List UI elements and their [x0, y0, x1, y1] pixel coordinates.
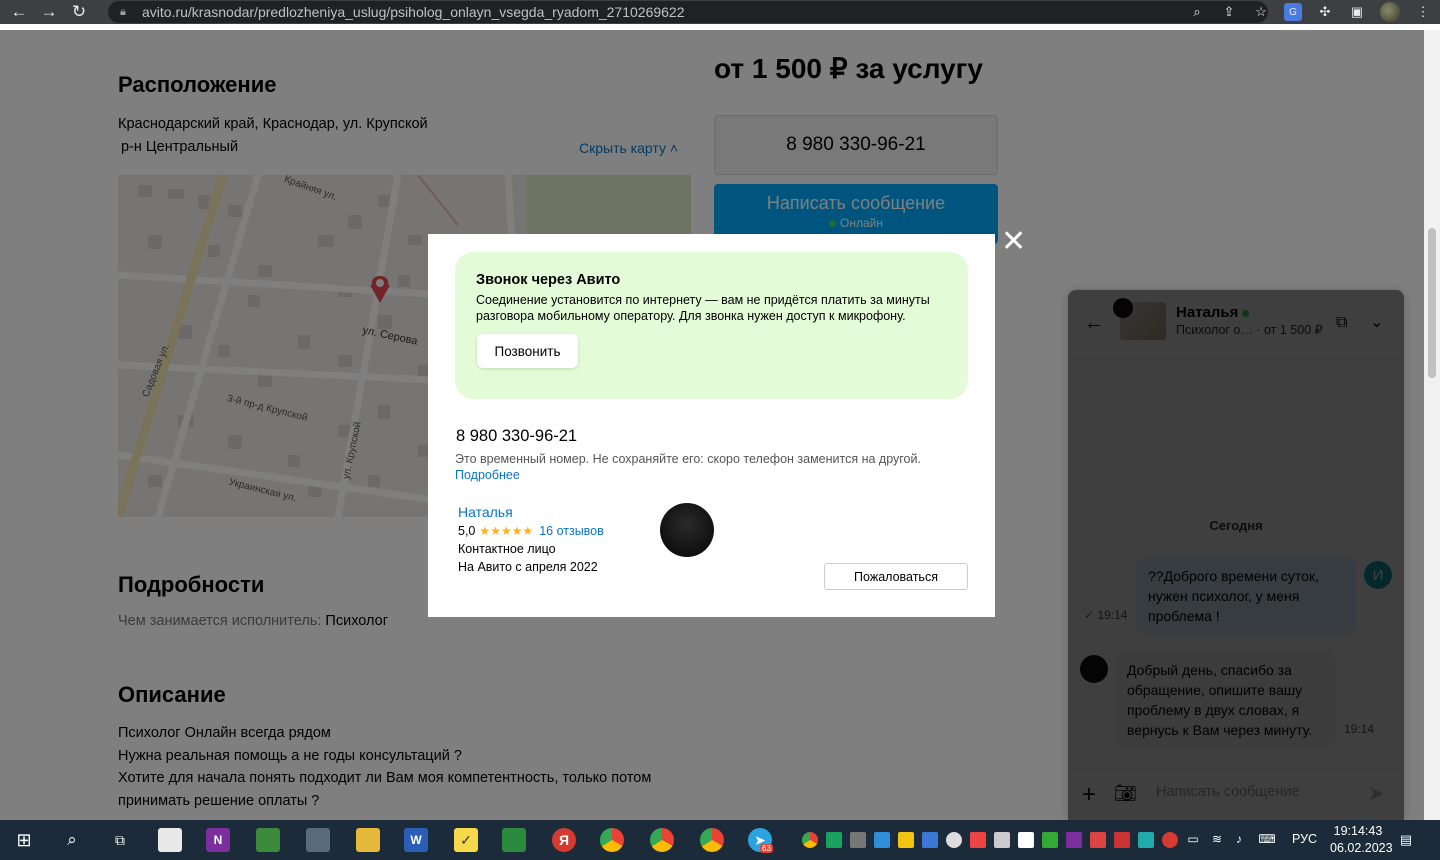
rating-stars-icon: ★★★★★	[479, 524, 534, 538]
seller-rating: 5,0 ★★★★★ 16 отзывов	[458, 524, 604, 538]
tray-app-icon[interactable]	[970, 832, 986, 848]
reload-icon[interactable]: ↻	[68, 1, 90, 23]
windows-start-icon[interactable]: ⊞	[12, 828, 36, 852]
tray-app-icon[interactable]	[1090, 832, 1106, 848]
task-view-icon[interactable]: ⧉	[108, 828, 132, 852]
wifi-icon[interactable]: ≋	[1208, 830, 1226, 848]
yandex-icon[interactable]: Я	[552, 828, 576, 852]
tray-shield-icon[interactable]	[826, 832, 842, 848]
rating-value: 5,0	[458, 524, 476, 538]
telegram-badge: 63	[760, 844, 773, 853]
sheets-icon[interactable]	[502, 828, 526, 852]
tray-network-icon[interactable]	[874, 832, 890, 848]
seller-since: На Авито с апреля 2022	[458, 560, 598, 574]
clock[interactable]: 19:14:43 06.02.2023	[1330, 823, 1393, 857]
close-icon[interactable]: ✕	[1001, 227, 1026, 257]
notepad-icon[interactable]	[158, 828, 182, 852]
onenote-icon[interactable]: N	[206, 828, 230, 852]
tray-app-icon[interactable]	[1042, 832, 1058, 848]
tray-snip-icon[interactable]	[922, 832, 938, 848]
zoom-icon[interactable]: ⌕	[1188, 3, 1206, 21]
side-panel-icon[interactable]: ▣	[1348, 3, 1366, 21]
search-icon[interactable]: ⌕	[60, 828, 84, 852]
tray-app-icon[interactable]	[1114, 832, 1130, 848]
clock-date: 06.02.2023	[1330, 841, 1393, 855]
taskbar: ⊞ ⌕ ⧉ N W ✓ Я ➤ 63 ▭ ≋ ♪ ⌨ РУС 19:14:43 …	[0, 820, 1440, 860]
tray-monitor-icon[interactable]	[850, 832, 866, 848]
profile-avatar[interactable]	[1380, 2, 1400, 22]
seller-name-link[interactable]: Наталья	[458, 504, 513, 520]
browser-toolbar: ← → ↻ 🔒︎ avito.ru/krasnodar/predlozheniy…	[0, 0, 1440, 24]
app-icon[interactable]	[306, 828, 330, 852]
translate-icon[interactable]: G	[1284, 3, 1302, 21]
more-link[interactable]: Подробнее	[455, 468, 520, 482]
avatar[interactable]	[660, 503, 714, 557]
chrome-icon[interactable]	[700, 828, 724, 852]
call-description: Соединение установится по интернету — ва…	[476, 293, 930, 323]
keyboard-icon[interactable]: ⌨	[1256, 830, 1278, 848]
volume-icon[interactable]: ♪	[1230, 830, 1248, 848]
tray-onenote-icon[interactable]	[1066, 832, 1082, 848]
tray-app-icon[interactable]	[946, 832, 962, 848]
reviews-link[interactable]: 16 отзывов	[539, 524, 604, 538]
tray-chrome-icon[interactable]	[802, 832, 818, 848]
sticky-notes-icon[interactable]: ✓	[454, 828, 478, 852]
seller-role: Контактное лицо	[458, 542, 556, 556]
word-icon[interactable]: W	[404, 828, 428, 852]
clock-time: 19:14:43	[1333, 824, 1383, 838]
complain-button[interactable]: Пожаловаться	[824, 563, 968, 590]
url-text: avito.ru/krasnodar/predlozheniya_uslug/p…	[142, 4, 685, 20]
lock-icon: 🔒︎	[120, 6, 126, 18]
avito-call-box: Звонок через Авито Соединение установитс…	[455, 252, 968, 399]
phone-modal: Звонок через Авито Соединение установитс…	[428, 234, 995, 617]
tray-notes-icon[interactable]	[898, 832, 914, 848]
chrome-icon[interactable]	[650, 828, 674, 852]
notifications-icon[interactable]: ▤	[1396, 830, 1416, 850]
tray-yandex-icon[interactable]	[1162, 832, 1178, 848]
tray-app-icon[interactable]	[994, 832, 1010, 848]
phone-number: 8 980 330-96-21	[456, 427, 578, 445]
star-icon[interactable]: ☆	[1252, 3, 1270, 21]
tray-fx-icon[interactable]	[1138, 832, 1154, 848]
menu-icon[interactable]: ⋮	[1414, 3, 1432, 21]
chrome-icon[interactable]	[600, 828, 624, 852]
notepadpp-icon[interactable]	[256, 828, 280, 852]
chat-panel-dim	[1068, 290, 1404, 820]
forward-icon[interactable]: →	[38, 1, 60, 23]
back-icon[interactable]: ←	[8, 1, 30, 23]
call-title: Звонок через Авито	[476, 272, 621, 288]
battery-icon[interactable]: ▭	[1184, 830, 1202, 848]
tray-app-icon[interactable]	[1018, 832, 1034, 848]
call-button[interactable]: Позвонить	[477, 334, 578, 368]
page-scrollbar[interactable]	[1424, 30, 1440, 820]
folder-icon[interactable]	[356, 828, 380, 852]
scrollbar-thumb[interactable]	[1428, 228, 1436, 378]
input-language[interactable]: РУС	[1292, 832, 1317, 846]
share-icon[interactable]: ⇪	[1220, 3, 1238, 21]
address-bar[interactable]: 🔒︎ avito.ru/krasnodar/predlozheniya_uslu…	[108, 1, 1268, 23]
temporary-number-note: Это временный номер. Не сохраняйте его: …	[455, 452, 921, 466]
extensions-icon[interactable]: ✣	[1316, 3, 1334, 21]
